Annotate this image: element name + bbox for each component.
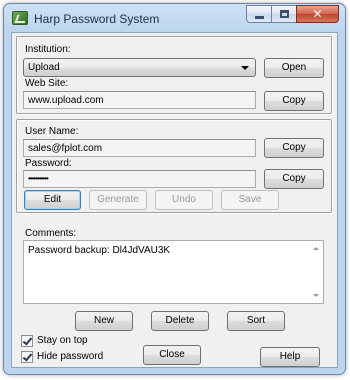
new-button[interactable]: New — [75, 311, 133, 331]
username-label: User Name: — [25, 126, 79, 137]
close-window-button[interactable]: ✕ — [296, 5, 339, 23]
password-copy-button[interactable]: Copy — [264, 169, 324, 189]
edit-button[interactable]: Edit — [24, 190, 81, 210]
app-icon — [12, 11, 28, 25]
title-bar[interactable]: Harp Password System ✕ — [4, 4, 345, 32]
help-button[interactable]: Help — [260, 347, 320, 367]
save-button[interactable]: Save — [221, 190, 279, 210]
comments-label: Comments: — [25, 228, 77, 239]
comments-textarea[interactable]: Password backup: Dl4JdVAU3K — [23, 240, 324, 304]
minimize-icon — [255, 16, 264, 19]
scroll-down-icon[interactable] — [313, 294, 319, 297]
generate-button[interactable]: Generate — [89, 190, 147, 210]
undo-button[interactable]: Undo — [155, 190, 213, 210]
institution-select[interactable]: Upload — [23, 58, 256, 77]
chevron-down-icon — [241, 66, 249, 70]
minimize-button[interactable] — [246, 5, 272, 23]
client-area: Institution: Upload Open Web Site: www.u… — [11, 32, 338, 368]
delete-button[interactable]: Delete — [151, 311, 209, 331]
comments-scrollbar[interactable] — [308, 241, 323, 303]
username-field[interactable]: sales@fplot.com — [23, 139, 256, 157]
hide-password-label[interactable]: Hide password — [37, 351, 103, 362]
password-field[interactable]: ••••••••••• — [23, 170, 256, 188]
close-icon: ✕ — [312, 7, 323, 21]
scroll-up-icon[interactable] — [313, 247, 319, 250]
stay-on-top-label[interactable]: Stay on top — [37, 335, 88, 346]
comments-text: Password backup: Dl4JdVAU3K — [28, 245, 171, 256]
maximize-icon — [280, 10, 289, 18]
password-label: Password: — [25, 158, 72, 169]
username-copy-button[interactable]: Copy — [264, 138, 324, 158]
app-window: Harp Password System ✕ Institution: Uplo… — [3, 3, 346, 375]
website-copy-button[interactable]: Copy — [264, 91, 324, 111]
close-button[interactable]: Close — [143, 345, 201, 365]
maximize-button[interactable] — [271, 5, 297, 23]
hide-password-checkbox[interactable] — [21, 351, 33, 363]
website-field[interactable]: www.upload.com — [23, 91, 256, 109]
open-button[interactable]: Open — [264, 58, 324, 78]
institution-label: Institution: — [25, 44, 71, 55]
website-label: Web Site: — [25, 78, 69, 89]
sort-button[interactable]: Sort — [227, 311, 285, 331]
window-title: Harp Password System — [34, 12, 160, 26]
institution-selected-value: Upload — [28, 62, 60, 73]
caption-buttons: ✕ — [246, 5, 339, 23]
stay-on-top-checkbox[interactable] — [21, 335, 33, 347]
